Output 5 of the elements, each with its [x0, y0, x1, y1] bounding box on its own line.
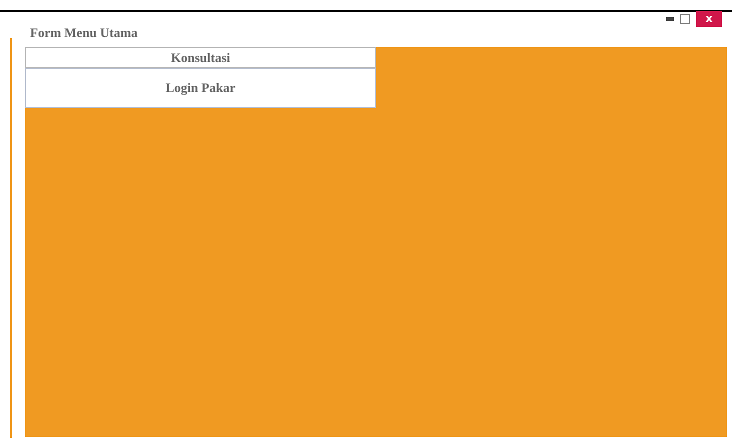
menu-item[interactable]: Login Pakar — [25, 68, 376, 108]
window-title: Form Menu Utama — [30, 24, 138, 42]
close-button[interactable]: x — [696, 11, 722, 27]
menu-item[interactable]: Konsultasi — [25, 46, 376, 68]
maximize-icon[interactable] — [680, 14, 690, 24]
